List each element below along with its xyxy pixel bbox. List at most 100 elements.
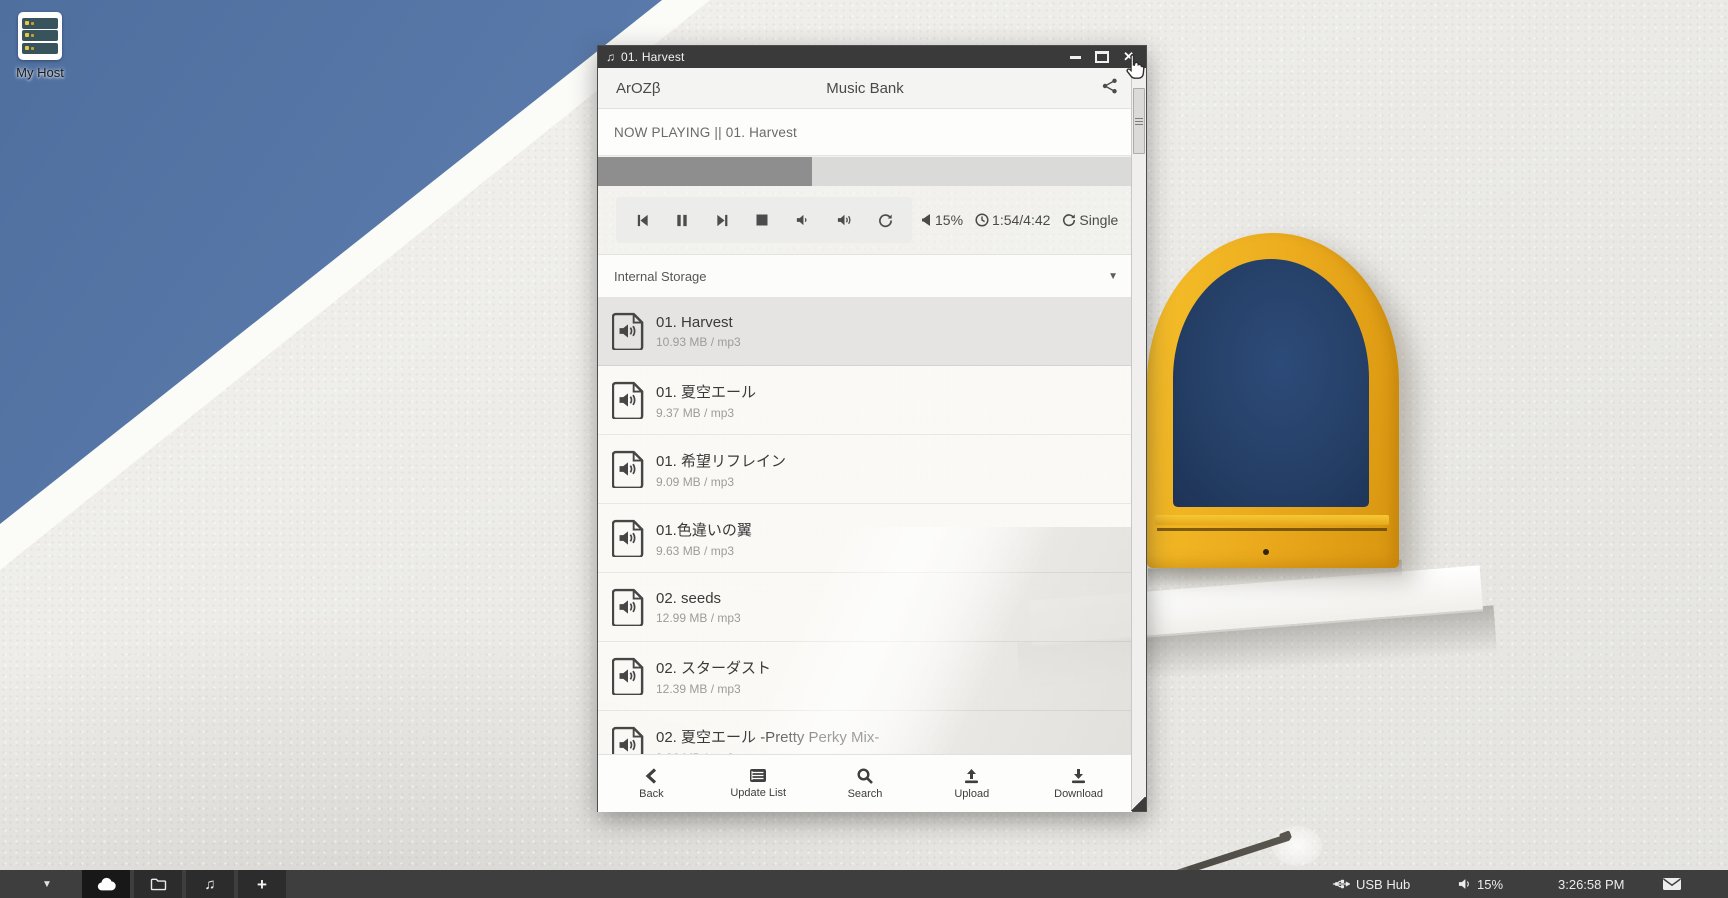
- play-mode-value: Single: [1079, 212, 1118, 228]
- resize-handle[interactable]: [1130, 797, 1146, 811]
- volume-label: 15%: [1477, 877, 1503, 892]
- clock-icon: [975, 213, 989, 227]
- desktop: My Host ♫ 01. Harvest ✕ ArOZβ Music Bank…: [0, 0, 1728, 898]
- volume-up-button[interactable]: [834, 211, 855, 229]
- audio-file-icon: [612, 519, 644, 557]
- folder-icon: [150, 877, 167, 891]
- wall-bright-spot: [1272, 826, 1322, 866]
- volume-indicator: 15%: [922, 212, 963, 228]
- speaker-icon: [922, 214, 932, 226]
- tray-usb-hub[interactable]: USB Hub: [1332, 870, 1410, 898]
- time-indicator: 1:54/4:42: [975, 212, 1050, 228]
- refresh-button[interactable]: [876, 211, 895, 230]
- server-bay: [22, 18, 58, 29]
- player-status: 15% 1:54/4:42 Single: [922, 212, 1118, 228]
- server-bay: [22, 30, 58, 41]
- maximize-button[interactable]: [1095, 46, 1109, 68]
- plus-icon: +: [257, 876, 267, 893]
- usb-icon: [1332, 878, 1350, 890]
- time-value: 1:54/4:42: [992, 212, 1050, 228]
- desktop-icon-my-host[interactable]: My Host: [12, 12, 68, 80]
- tray-mail[interactable]: [1662, 870, 1682, 898]
- speaker-icon: [1458, 878, 1471, 890]
- track-row[interactable]: 01. Harvest 10.93 MB / mp3: [598, 297, 1132, 366]
- minimize-button[interactable]: [1070, 46, 1081, 68]
- chevron-down-icon: ▼: [1108, 271, 1118, 282]
- window-titlebar[interactable]: ♫ 01. Harvest ✕: [598, 46, 1146, 68]
- progress-bar[interactable]: [598, 157, 1132, 186]
- close-button[interactable]: ✕: [1123, 46, 1134, 68]
- tray-clock: 3:26:58 PM: [1558, 870, 1625, 898]
- volume-down-button[interactable]: [793, 211, 812, 229]
- track-row[interactable]: 01.色違いの翼 9.63 MB / mp3: [598, 504, 1132, 573]
- music-note-icon: ♫: [204, 876, 215, 893]
- track-title: 02. seeds: [656, 590, 741, 607]
- music-note-icon: ♫: [606, 50, 615, 64]
- audio-file-icon: [612, 381, 644, 419]
- taskbar-item-cloud-desktop[interactable]: [82, 870, 130, 898]
- track-row[interactable]: 01. 希望リフレイン 9.09 MB / mp3: [598, 435, 1132, 504]
- music-player-window: ♫ 01. Harvest ✕ ArOZβ Music Bank NOW PLA…: [597, 45, 1147, 812]
- list-icon: [749, 768, 767, 783]
- track-title: 02. 夏空エール -Pretty Perky Mix-: [656, 726, 879, 747]
- next-track-button[interactable]: [713, 211, 732, 230]
- audio-file-icon: [612, 312, 644, 350]
- app-header: ArOZβ Music Bank: [598, 68, 1132, 109]
- taskbar: ▼ ♫ + USB Hub 15% 3:26:58 PM: [0, 870, 1728, 898]
- previous-track-button[interactable]: [633, 211, 652, 230]
- track-meta: 9.63 MB / mp3: [656, 544, 752, 558]
- track-title: 02. スターダスト: [656, 657, 771, 678]
- audio-file-icon: [612, 657, 644, 695]
- track-list: 01. Harvest 10.93 MB / mp3 01. 夏空エール9.37 …: [598, 297, 1132, 754]
- tray-volume[interactable]: 15%: [1458, 870, 1503, 898]
- chevron-left-icon: [644, 768, 658, 784]
- window-title: 01. Harvest: [621, 50, 1070, 64]
- scrollbar-thumb[interactable]: [1133, 88, 1145, 154]
- track-title: 01. 希望リフレイン: [656, 450, 786, 471]
- search-button[interactable]: Search: [812, 755, 919, 812]
- play-mode[interactable]: Single: [1062, 212, 1118, 228]
- desktop-icon-label: My Host: [12, 65, 68, 80]
- mail-icon: [1662, 877, 1682, 891]
- track-row[interactable]: 02. スターダスト 12.39 MB / mp3: [598, 642, 1132, 711]
- photo-window-groove: [1157, 528, 1387, 531]
- cloud-icon: [96, 877, 116, 891]
- track-meta: 9.09 MB / mp3: [656, 475, 786, 489]
- photo-window-glass: [1173, 259, 1369, 507]
- photo-window-sill: [1155, 515, 1389, 525]
- track-title: 01. Harvest: [656, 314, 741, 331]
- taskbar-item-add-app[interactable]: +: [238, 870, 286, 898]
- track-meta: 10.93 MB / mp3: [656, 335, 741, 349]
- track-row[interactable]: 01. 夏空エール9.37 MB / mp3: [598, 366, 1132, 435]
- scrollbar-track[interactable]: [1131, 70, 1146, 811]
- server-icon: [18, 12, 62, 60]
- photo-window-dot: [1263, 549, 1269, 555]
- photo-arched-window: [1147, 233, 1399, 568]
- pause-button[interactable]: [673, 211, 691, 230]
- taskbar-item-file-explorer[interactable]: [134, 870, 182, 898]
- back-button[interactable]: Back: [598, 755, 705, 812]
- track-title: 01. 夏空エール: [656, 381, 756, 402]
- taskbar-expand-caret[interactable]: ▼: [42, 870, 52, 898]
- now-playing-banner: NOW PLAYING || 01. Harvest: [598, 109, 1132, 156]
- storage-selector[interactable]: Internal Storage ▼: [598, 254, 1132, 298]
- track-row[interactable]: 02. seeds 12.99 MB / mp3: [598, 573, 1132, 642]
- upload-button[interactable]: Upload: [918, 755, 1025, 812]
- search-icon: [857, 768, 873, 784]
- stop-button[interactable]: [753, 211, 771, 229]
- volume-value: 15%: [935, 212, 963, 228]
- update-list-button[interactable]: Update List: [705, 755, 812, 812]
- track-row[interactable]: 02. 夏空エール -Pretty Perky Mix-9.06 MB / mp…: [598, 711, 1132, 754]
- track-meta: 12.99 MB / mp3: [656, 611, 741, 625]
- upload-icon: [963, 768, 980, 784]
- usb-label: USB Hub: [1356, 877, 1410, 892]
- share-icon[interactable]: [1102, 78, 1118, 99]
- download-button[interactable]: Download: [1025, 755, 1132, 812]
- repeat-icon: [1062, 213, 1076, 227]
- track-title: 01.色違いの翼: [656, 519, 752, 540]
- window-toolbar: Back Update List Search Upload Download: [598, 754, 1132, 812]
- app-title: Music Bank: [598, 80, 1132, 97]
- taskbar-item-music[interactable]: ♫: [186, 870, 234, 898]
- clock-text: 3:26:58 PM: [1558, 877, 1625, 892]
- track-meta: 12.39 MB / mp3: [656, 682, 771, 696]
